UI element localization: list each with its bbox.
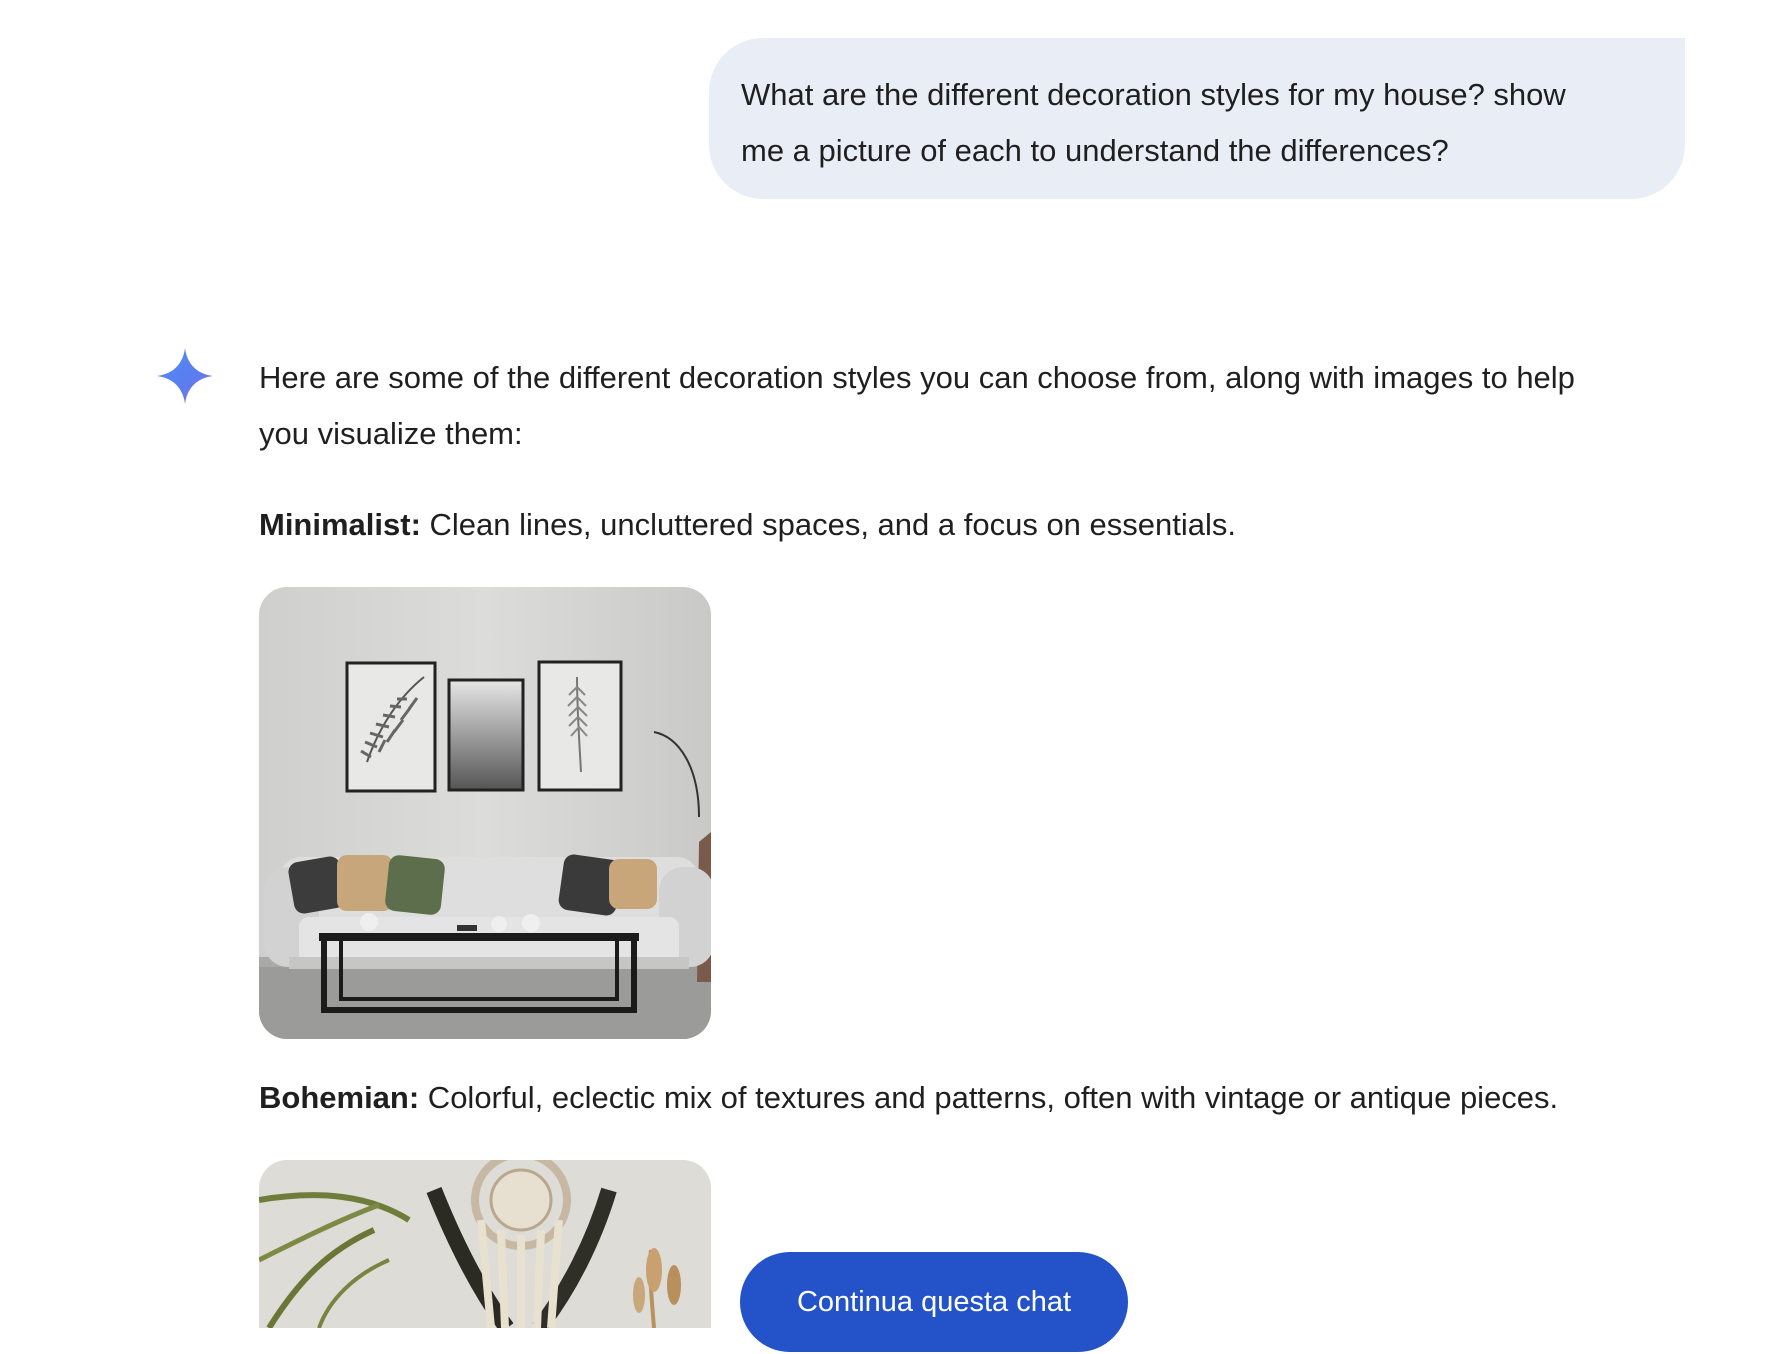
assistant-response: Here are some of the different decoratio… bbox=[259, 350, 1699, 462]
bohemian-dreamcatcher-image[interactable] bbox=[259, 1160, 711, 1328]
user-message-bubble: What are the different decoration styles… bbox=[709, 38, 1685, 199]
response-intro-line-1: Here are some of the different decoratio… bbox=[259, 360, 1575, 395]
style-name: Bohemian: bbox=[259, 1080, 420, 1115]
user-message-line-1: What are the different decoration styles… bbox=[741, 77, 1566, 112]
continue-chat-button[interactable]: Continua questa chat bbox=[740, 1252, 1128, 1352]
style-bohemian-line: Bohemian: Colorful, eclectic mix of text… bbox=[259, 1070, 1558, 1126]
response-intro-line-2: you visualize them: bbox=[259, 416, 523, 451]
minimalist-living-room-image[interactable] bbox=[259, 587, 711, 1039]
chat-page: What are the different decoration styles… bbox=[0, 0, 1776, 1354]
style-name: Minimalist: bbox=[259, 507, 421, 542]
user-message-line-2: me a picture of each to understand the d… bbox=[741, 133, 1449, 168]
gemini-sparkle-icon bbox=[157, 348, 213, 404]
style-description: Clean lines, uncluttered spaces, and a f… bbox=[420, 507, 1237, 542]
style-minimalist-line: Minimalist: Clean lines, uncluttered spa… bbox=[259, 497, 1236, 553]
style-description: Colorful, eclectic mix of textures and p… bbox=[419, 1080, 1559, 1115]
